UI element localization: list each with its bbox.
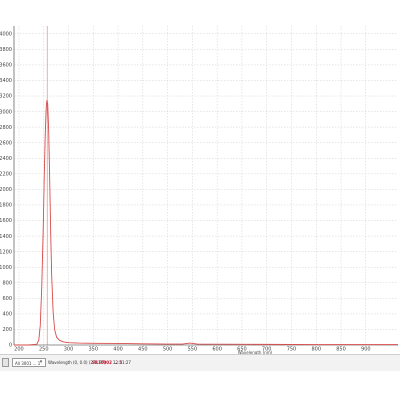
grid-lines bbox=[14, 26, 398, 346]
x-tick-label: 200 bbox=[14, 347, 24, 353]
bottom-area bbox=[0, 371, 400, 400]
y-tick-label: 2200 bbox=[0, 172, 12, 178]
y-tick-label: 400 bbox=[2, 312, 12, 318]
x-tick-label: 450 bbox=[138, 347, 148, 353]
x-tick-label: 300 bbox=[64, 347, 74, 353]
y-tick-label: 600 bbox=[2, 296, 12, 302]
y-tick-label: 1000 bbox=[0, 265, 12, 271]
x-tick-label: 800 bbox=[311, 347, 321, 353]
y-tick-label: 3600 bbox=[0, 63, 12, 69]
y-tick-label: 3400 bbox=[0, 78, 12, 84]
y-tick-label: 2400 bbox=[0, 156, 12, 162]
status-field-1: All 3001 ... 1 bbox=[15, 361, 41, 366]
y-tick-label: 800 bbox=[2, 280, 12, 286]
spectrum-chart: 0200400600800100012001400160018002000220… bbox=[0, 26, 398, 355]
x-axis-ticks: 200 250 300 350 400 450 500 550 600 650 700 750 800 8… bbox=[14, 347, 370, 353]
y-tick-label: 3800 bbox=[0, 47, 12, 53]
y-tick-label: 2000 bbox=[0, 187, 12, 193]
status-field-selector[interactable]: All 3001 ... 1 ▾ bbox=[12, 358, 46, 367]
spectrum-line bbox=[14, 99, 398, 346]
x-tick-label: 600 bbox=[212, 347, 222, 353]
status-bar: All 3001 ... 1 ▾ Wavelength (0, 0.0) (27… bbox=[0, 354, 400, 372]
x-tick-label: 250 bbox=[39, 347, 49, 353]
x-tick-label: 850 bbox=[336, 347, 346, 353]
plot-axes bbox=[13, 26, 398, 346]
y-tick-label: 4000 bbox=[0, 31, 12, 37]
status-marker-left bbox=[2, 358, 9, 367]
y-tick-label: 1800 bbox=[0, 203, 12, 209]
y-axis-ticks: 0 200 400 600 800 1000 1200 1400 1600 1800 2000 220… bbox=[0, 31, 12, 348]
y-tick-label: 3000 bbox=[0, 109, 12, 115]
x-tick-label: 900 bbox=[361, 347, 371, 353]
y-tick-label: 2600 bbox=[0, 140, 12, 146]
x-tick-label: 750 bbox=[287, 347, 297, 353]
y-tick-label: 1600 bbox=[0, 218, 12, 224]
x-tick-label: 550 bbox=[188, 347, 198, 353]
y-tick-label: 2800 bbox=[0, 125, 12, 131]
y-tick-label: 0 bbox=[9, 343, 12, 349]
y-tick-label: 1400 bbox=[0, 234, 12, 240]
x-tick-label: 400 bbox=[113, 347, 123, 353]
y-tick-label: 200 bbox=[2, 327, 12, 333]
status-time: 12:31:27 bbox=[113, 360, 131, 365]
x-tick-label: 350 bbox=[89, 347, 99, 353]
chevron-down-icon[interactable]: ▾ bbox=[38, 359, 44, 366]
y-tick-label: 3200 bbox=[0, 94, 12, 100]
x-tick-label: 500 bbox=[163, 347, 173, 353]
panel-toggle-icon[interactable] bbox=[2, 358, 9, 367]
y-tick-label: 1200 bbox=[0, 249, 12, 255]
